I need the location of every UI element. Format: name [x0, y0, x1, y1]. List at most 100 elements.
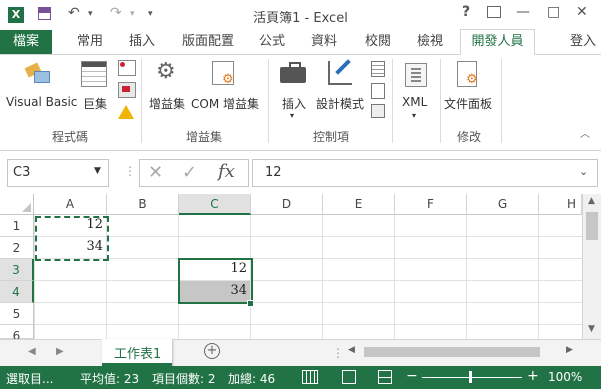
- toolbox-icon: [280, 62, 306, 83]
- sheet-tab-1[interactable]: 工作表1: [102, 339, 172, 366]
- column-header-g[interactable]: G: [467, 194, 539, 215]
- column-header-h[interactable]: H: [539, 194, 582, 215]
- ribbon-display-options-button[interactable]: [487, 6, 501, 18]
- separator: [141, 59, 142, 143]
- vertical-scroll-thumb[interactable]: [586, 212, 598, 240]
- com-addins-icon: ⚙: [212, 61, 234, 87]
- scroll-down-icon[interactable]: ▼: [588, 324, 595, 334]
- vertical-scrollbar[interactable]: ▲ ▼: [582, 194, 601, 339]
- scroll-left-icon[interactable]: ◀: [348, 345, 355, 355]
- column-header-b[interactable]: B: [107, 194, 179, 215]
- tab-developer[interactable]: 開發人員: [460, 29, 535, 55]
- scroll-up-icon[interactable]: ▲: [588, 196, 595, 206]
- horizontal-scrollbar[interactable]: ◀ ▶: [346, 345, 580, 359]
- separator: [501, 59, 502, 143]
- tab-view[interactable]: 檢視: [410, 30, 450, 54]
- properties-icon[interactable]: [371, 61, 385, 77]
- restore-button[interactable]: □: [547, 4, 560, 20]
- zoom-slider-thumb[interactable]: [469, 371, 472, 383]
- design-mode-icon: [328, 59, 352, 85]
- formula-buttons: ✕ ✓ fx: [139, 159, 249, 187]
- formula-input[interactable]: 12 ⌄: [252, 159, 598, 187]
- enter-icon[interactable]: ✓: [182, 162, 197, 183]
- ribbon-tabs: 檔案 常用 插入 版面配置 公式 資料 校閱 檢視 開發人員 登入: [0, 29, 601, 55]
- relative-reference-icon[interactable]: [118, 82, 136, 98]
- column-header-d[interactable]: D: [251, 194, 323, 215]
- copy-marquee: [35, 216, 109, 261]
- formula-bar-splitter[interactable]: ⋮: [124, 164, 136, 178]
- scroll-right-icon[interactable]: ▶: [566, 345, 573, 355]
- document-panel-icon: ⚙: [457, 61, 478, 87]
- close-button[interactable]: ✕: [576, 4, 588, 20]
- select-all-corner[interactable]: [0, 194, 34, 215]
- name-box-dropdown-icon[interactable]: ▼: [94, 166, 101, 176]
- prev-sheet-icon[interactable]: ◀: [28, 346, 36, 357]
- selection-range: [178, 258, 253, 304]
- zoom-in-button[interactable]: +: [527, 368, 539, 384]
- window-title: 活頁簿1 - Excel: [253, 11, 348, 26]
- tab-data[interactable]: 資料: [304, 30, 344, 54]
- cancel-icon[interactable]: ✕: [148, 162, 163, 183]
- page-layout-view-icon[interactable]: [342, 370, 356, 384]
- visual-basic-button[interactable]: Visual Basic: [4, 57, 77, 117]
- visual-basic-icon: [24, 61, 50, 83]
- row-header-6[interactable]: 6: [0, 325, 34, 343]
- xml-button[interactable]: XML ▾: [396, 57, 436, 127]
- sheet-tab-label: 工作表1: [114, 347, 162, 362]
- tab-page-layout[interactable]: 版面配置: [176, 30, 240, 54]
- column-header-c[interactable]: C: [179, 194, 251, 215]
- separator: [392, 59, 393, 143]
- new-sheet-icon[interactable]: +: [204, 343, 220, 359]
- design-mode-button[interactable]: 設計模式: [314, 57, 368, 117]
- document-panel-button[interactable]: ⚙ 文件面板: [443, 57, 495, 117]
- row-header-5[interactable]: 5: [0, 303, 34, 325]
- macro-security-icon[interactable]: [118, 105, 134, 119]
- minimize-button[interactable]: —: [516, 4, 530, 20]
- row-header-3[interactable]: 3: [0, 259, 34, 281]
- row-header-1[interactable]: 1: [0, 215, 34, 237]
- group-label-code: 程式碼: [52, 130, 89, 144]
- page-break-view-icon[interactable]: [378, 370, 392, 384]
- insert-control-button[interactable]: 插入 ▾: [274, 57, 314, 127]
- com-addins-button[interactable]: ⚙ COM 增益集: [190, 57, 262, 117]
- macros-button[interactable]: 巨集: [78, 57, 114, 117]
- view-code-icon[interactable]: [371, 83, 385, 99]
- separator: [268, 59, 269, 143]
- tab-review[interactable]: 校閱: [358, 30, 398, 54]
- tab-file[interactable]: 檔案: [0, 30, 52, 54]
- group-label-controls: 控制項: [313, 130, 350, 144]
- zoom-slider[interactable]: [422, 377, 522, 378]
- zoom-level[interactable]: 100%: [548, 370, 582, 384]
- group-label-addins: 增益集: [186, 130, 223, 144]
- insert-function-button[interactable]: fx: [218, 161, 235, 182]
- name-box-value: C3: [13, 165, 31, 180]
- normal-view-icon[interactable]: [302, 370, 318, 384]
- column-header-f[interactable]: F: [395, 194, 467, 215]
- gears-icon: ⚙: [156, 59, 176, 84]
- next-sheet-icon[interactable]: ▶: [56, 346, 64, 357]
- tab-split-icon[interactable]: ⋮: [332, 346, 344, 360]
- sign-in-link[interactable]: 登入: [570, 30, 601, 54]
- row-header-4[interactable]: 4: [0, 281, 34, 303]
- tab-insert[interactable]: 插入: [122, 30, 162, 54]
- collapse-ribbon-icon[interactable]: ︿: [580, 125, 590, 140]
- ribbon: Visual Basic 巨集 ⚙ 增益集 ⚙ COM 增益集 插入 ▾ 設計模…: [0, 55, 601, 151]
- status-mode: 選取目...: [6, 372, 54, 386]
- run-dialog-icon[interactable]: [371, 104, 385, 118]
- expand-formula-bar-icon[interactable]: ⌄: [579, 165, 588, 178]
- name-box[interactable]: C3 ▼: [7, 159, 109, 187]
- fill-handle[interactable]: [247, 300, 254, 307]
- group-label-modify: 修改: [457, 130, 482, 144]
- column-header-e[interactable]: E: [323, 194, 395, 215]
- zoom-out-button[interactable]: −: [406, 368, 418, 384]
- column-header-a[interactable]: A: [34, 194, 107, 215]
- row-header-2[interactable]: 2: [0, 237, 34, 259]
- addins-button[interactable]: ⚙ 增益集: [146, 57, 190, 117]
- tab-formulas[interactable]: 公式: [252, 30, 292, 54]
- record-macro-icon[interactable]: [118, 60, 136, 76]
- cells-area[interactable]: [34, 215, 582, 339]
- help-button[interactable]: ?: [462, 4, 470, 20]
- tab-home[interactable]: 常用: [70, 30, 110, 54]
- status-average: 平均值: 23: [80, 372, 140, 386]
- horizontal-scroll-thumb[interactable]: [364, 347, 540, 357]
